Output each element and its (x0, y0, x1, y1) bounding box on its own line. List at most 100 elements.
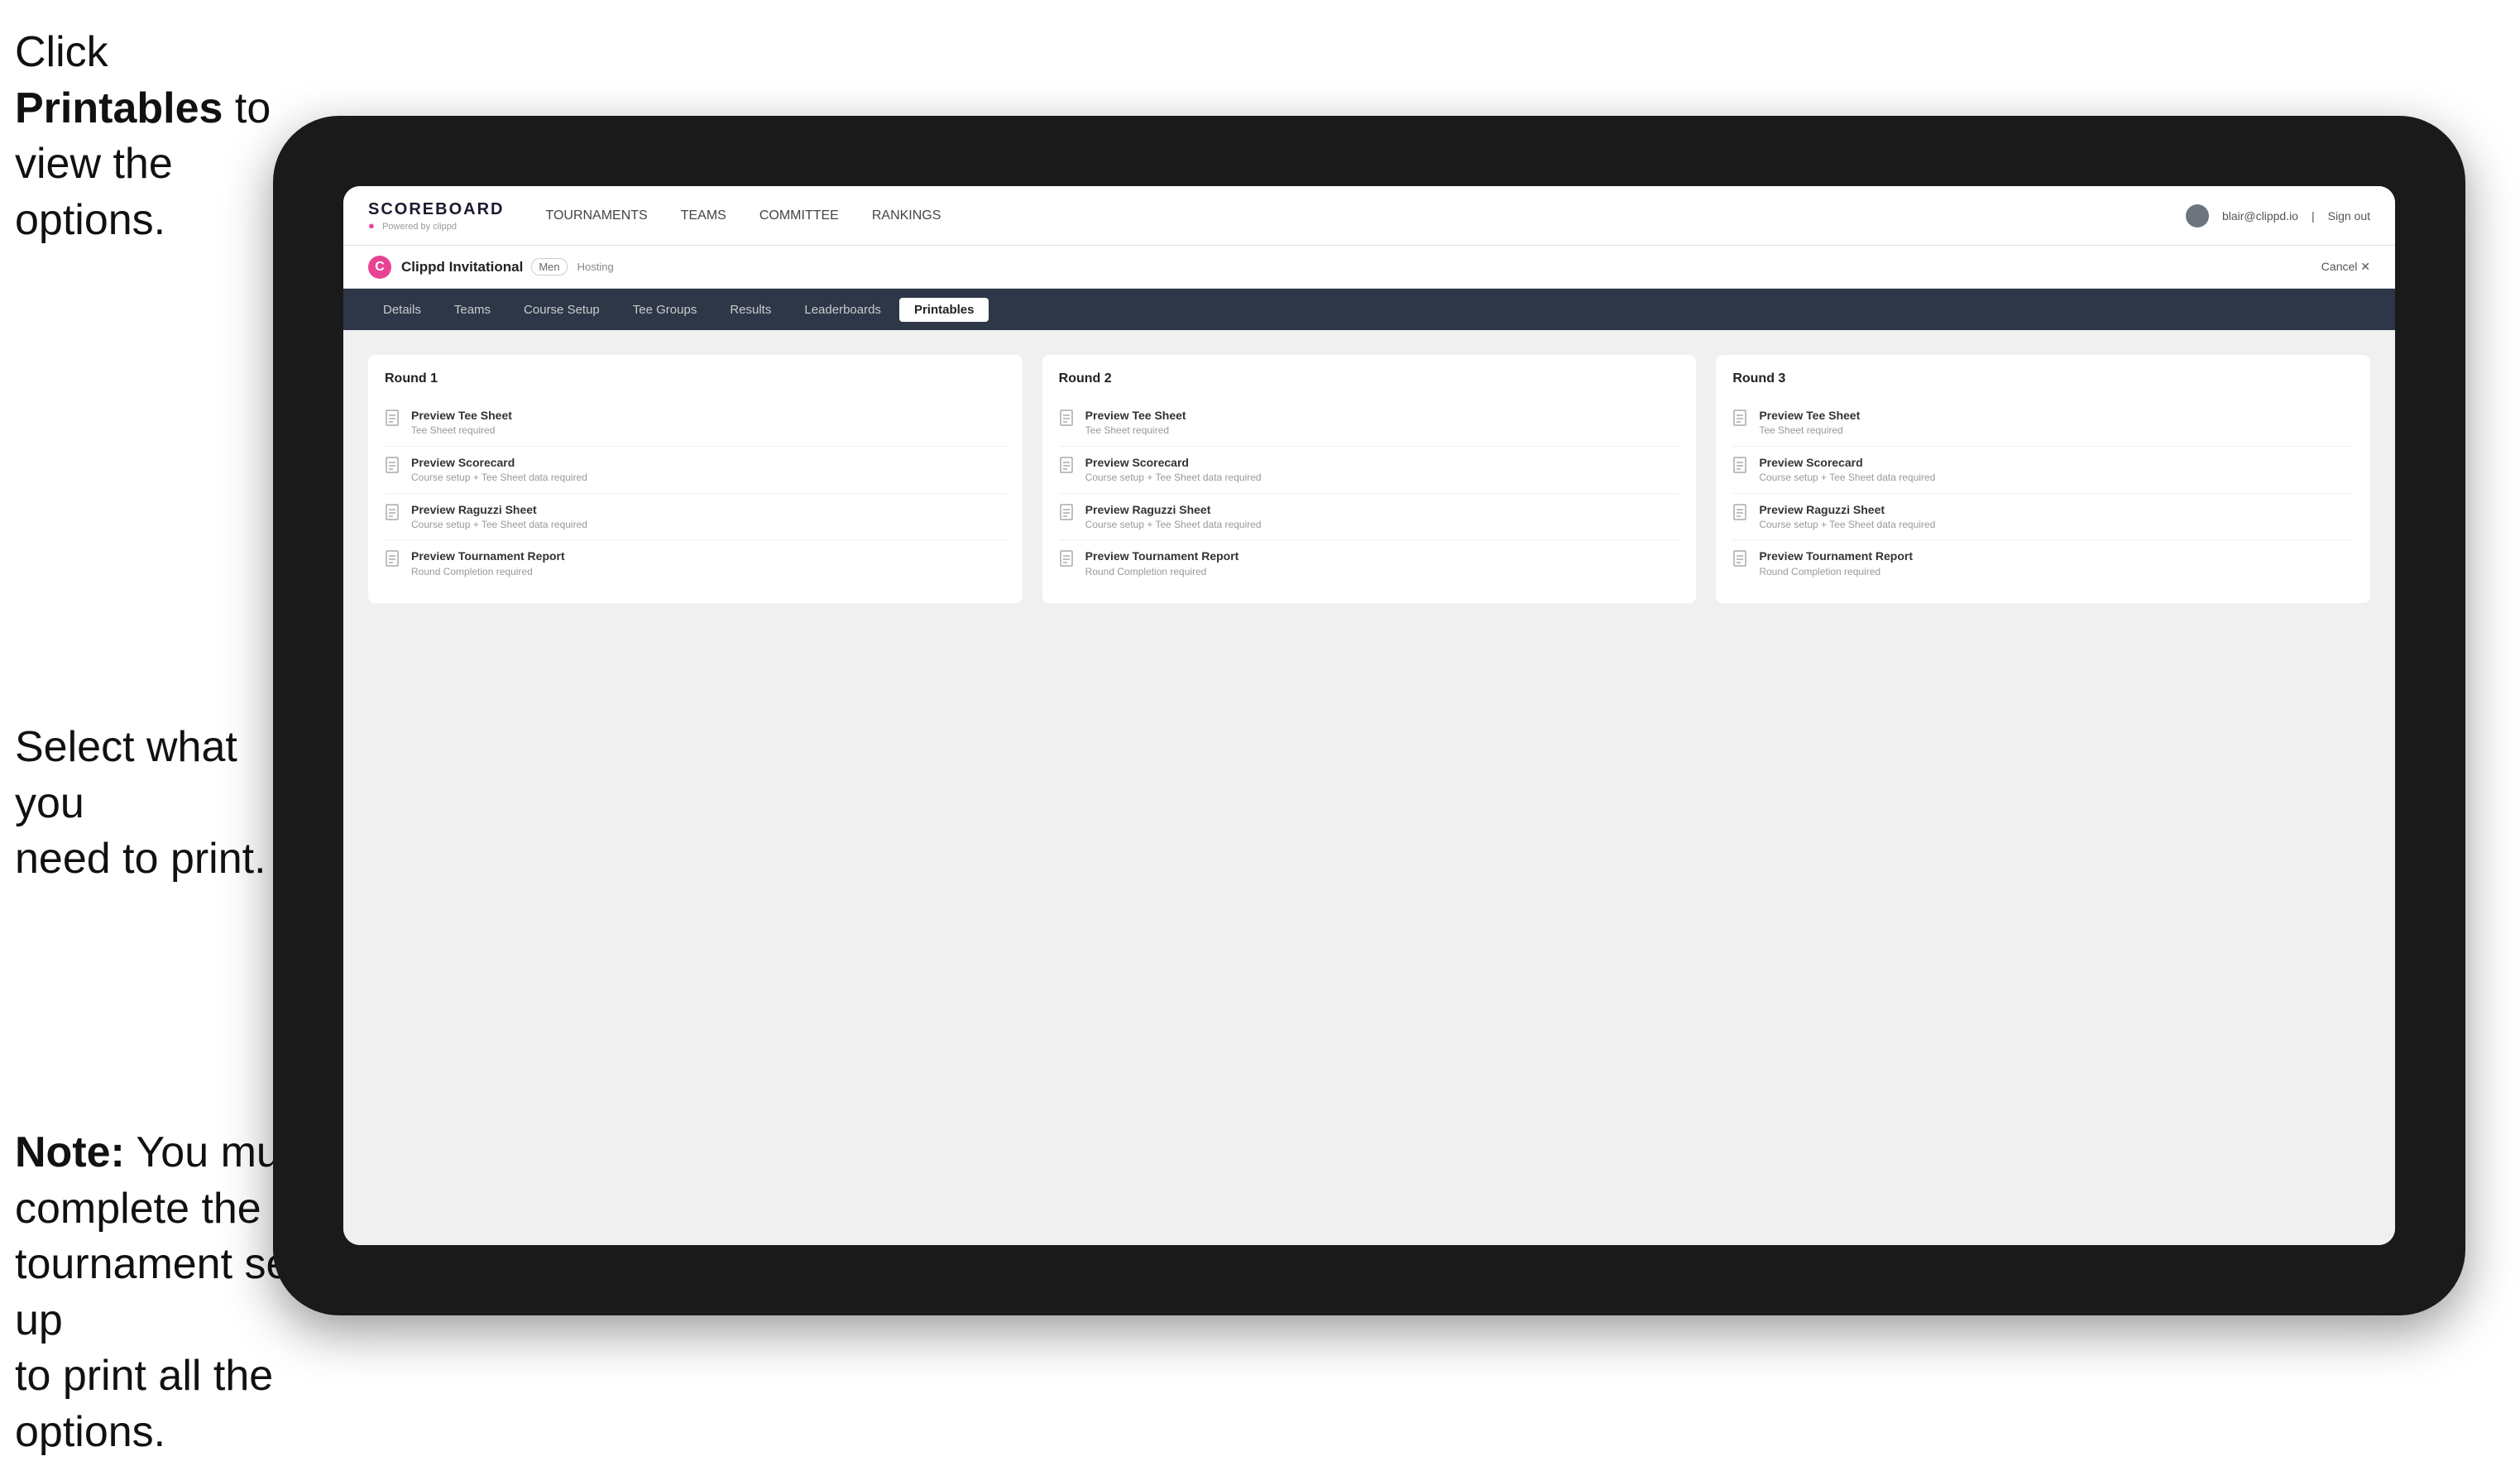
printables-bold: Printables (15, 84, 223, 132)
r2-raguzzi[interactable]: Preview Raguzzi Sheet Course setup + Tee… (1059, 494, 1680, 541)
doc-icon-r2-report (1059, 550, 1077, 572)
main-content: Round 1 Preview Tee Sheet Tee Sheet requ… (343, 330, 2395, 1245)
round-3-title: Round 3 (1732, 371, 2354, 386)
r1-tournament-report-subtitle: Round Completion required (411, 566, 565, 579)
tab-teams[interactable]: Teams (439, 298, 505, 322)
r2-tee-sheet-title: Preview Tee Sheet (1085, 408, 1186, 423)
r3-scorecard-title: Preview Scorecard (1759, 455, 1935, 470)
r3-raguzzi-title: Preview Raguzzi Sheet (1759, 502, 1935, 517)
user-avatar (2186, 204, 2209, 228)
r3-raguzzi-subtitle: Course setup + Tee Sheet data required (1759, 519, 1935, 532)
r3-tee-sheet[interactable]: Preview Tee Sheet Tee Sheet required (1732, 400, 2354, 447)
r1-tee-sheet-text: Preview Tee Sheet Tee Sheet required (411, 408, 512, 438)
tab-tee-groups[interactable]: Tee Groups (618, 298, 712, 322)
r1-raguzzi[interactable]: Preview Raguzzi Sheet Course setup + Tee… (385, 494, 1006, 541)
tournament-hosting: Hosting (577, 261, 614, 273)
r1-tournament-report-text: Preview Tournament Report Round Completi… (411, 548, 565, 578)
r1-raguzzi-subtitle: Course setup + Tee Sheet data required (411, 519, 587, 532)
r2-raguzzi-text: Preview Raguzzi Sheet Course setup + Tee… (1085, 502, 1262, 532)
nav-separator: | (2312, 209, 2315, 223)
r3-tee-sheet-title: Preview Tee Sheet (1759, 408, 1860, 423)
r3-tee-sheet-text: Preview Tee Sheet Tee Sheet required (1759, 408, 1860, 438)
r2-tournament-report-subtitle: Round Completion required (1085, 566, 1239, 579)
doc-icon-r2-scorecard (1059, 457, 1077, 478)
r3-raguzzi-text: Preview Raguzzi Sheet Course setup + Tee… (1759, 502, 1935, 532)
tab-results[interactable]: Results (715, 298, 786, 322)
nav-teams[interactable]: TEAMS (681, 205, 726, 227)
r1-scorecard-title: Preview Scorecard (411, 455, 587, 470)
top-nav-links: TOURNAMENTS TEAMS COMMITTEE RANKINGS (545, 205, 2185, 227)
doc-icon-r3-report (1732, 550, 1751, 572)
tournament-bar: C Clippd Invitational Men Hosting Cancel… (343, 246, 2395, 289)
r1-tournament-report[interactable]: Preview Tournament Report Round Completi… (385, 540, 1006, 587)
r3-tournament-report-text: Preview Tournament Report Round Completi… (1759, 548, 1913, 578)
r3-tournament-report-subtitle: Round Completion required (1759, 566, 1913, 579)
r2-tournament-report-title: Preview Tournament Report (1085, 548, 1239, 563)
tab-leaderboards[interactable]: Leaderboards (789, 298, 896, 322)
r2-tee-sheet-text: Preview Tee Sheet Tee Sheet required (1085, 408, 1186, 438)
r1-tournament-report-title: Preview Tournament Report (411, 548, 565, 563)
tablet-screen: SCOREBOARD ● Powered by clippd TOURNAMEN… (343, 186, 2395, 1245)
r3-tournament-report-title: Preview Tournament Report (1759, 548, 1913, 563)
r3-tee-sheet-subtitle: Tee Sheet required (1759, 424, 1860, 438)
logo-area: SCOREBOARD ● Powered by clippd (368, 200, 504, 232)
tab-course-setup[interactable]: Course Setup (509, 298, 615, 322)
top-nav-right: blair@clippd.io | Sign out (2186, 204, 2370, 228)
instruction-middle: Select what youneed to print. (15, 720, 296, 888)
round-3-column: Round 3 Preview Tee Sheet Tee Sheet requ… (1716, 355, 2370, 603)
nav-tournaments[interactable]: TOURNAMENTS (545, 205, 647, 227)
r2-tournament-report[interactable]: Preview Tournament Report Round Completi… (1059, 540, 1680, 587)
r2-raguzzi-subtitle: Course setup + Tee Sheet data required (1085, 519, 1262, 532)
round-1-title: Round 1 (385, 371, 1006, 386)
doc-icon-r3-tee (1732, 410, 1751, 431)
sign-out-link[interactable]: Sign out (2328, 209, 2370, 223)
doc-icon-r2-raguzzi (1059, 504, 1077, 525)
instruction-bottom-text: Note: You mustcomplete thetournament set… (15, 1128, 316, 1456)
round-2-column: Round 2 Preview Tee Sheet Tee Sheet requ… (1042, 355, 1697, 603)
user-email: blair@clippd.io (2222, 209, 2298, 223)
r3-raguzzi[interactable]: Preview Raguzzi Sheet Course setup + Tee… (1732, 494, 2354, 541)
r3-tournament-report[interactable]: Preview Tournament Report Round Completi… (1732, 540, 2354, 587)
top-nav: SCOREBOARD ● Powered by clippd TOURNAMEN… (343, 186, 2395, 246)
r1-tee-sheet-subtitle: Tee Sheet required (411, 424, 512, 438)
r2-scorecard[interactable]: Preview Scorecard Course setup + Tee She… (1059, 447, 1680, 494)
r1-raguzzi-title: Preview Raguzzi Sheet (411, 502, 587, 517)
doc-icon-r1-report (385, 550, 403, 572)
nav-rankings[interactable]: RANKINGS (872, 205, 941, 227)
r3-scorecard[interactable]: Preview Scorecard Course setup + Tee She… (1732, 447, 2354, 494)
r2-tee-sheet-subtitle: Tee Sheet required (1085, 424, 1186, 438)
r1-scorecard[interactable]: Preview Scorecard Course setup + Tee She… (385, 447, 1006, 494)
tab-printables[interactable]: Printables (899, 298, 989, 322)
doc-icon-r1-scorecard (385, 457, 403, 478)
doc-icon-r3-raguzzi (1732, 504, 1751, 525)
logo-title: SCOREBOARD (368, 200, 504, 219)
instruction-top-text: Click Printables toview the options. (15, 28, 271, 244)
tab-details[interactable]: Details (368, 298, 436, 322)
tablet-device: SCOREBOARD ● Powered by clippd TOURNAMEN… (273, 116, 2465, 1315)
r1-tee-sheet[interactable]: Preview Tee Sheet Tee Sheet required (385, 400, 1006, 447)
r1-scorecard-subtitle: Course setup + Tee Sheet data required (411, 472, 587, 485)
cancel-button[interactable]: Cancel ✕ (2321, 260, 2370, 274)
nav-committee[interactable]: COMMITTEE (759, 205, 839, 227)
tournament-logo: C (368, 256, 391, 279)
r3-scorecard-text: Preview Scorecard Course setup + Tee She… (1759, 455, 1935, 485)
r2-tee-sheet[interactable]: Preview Tee Sheet Tee Sheet required (1059, 400, 1680, 447)
logo-c-icon: ● (368, 219, 380, 231)
r1-scorecard-text: Preview Scorecard Course setup + Tee She… (411, 455, 587, 485)
doc-icon-r1-raguzzi (385, 504, 403, 525)
r2-scorecard-title: Preview Scorecard (1085, 455, 1262, 470)
logo-powered: Powered by clippd (382, 222, 457, 232)
sub-tabs-bar: Details Teams Course Setup Tee Groups Re… (343, 289, 2395, 330)
r2-scorecard-subtitle: Course setup + Tee Sheet data required (1085, 472, 1262, 485)
round-1-column: Round 1 Preview Tee Sheet Tee Sheet requ… (368, 355, 1023, 603)
instruction-middle-text: Select what youneed to print. (15, 723, 266, 883)
r2-scorecard-text: Preview Scorecard Course setup + Tee She… (1085, 455, 1262, 485)
doc-icon-r1-tee (385, 410, 403, 431)
round-2-title: Round 2 (1059, 371, 1680, 386)
r2-tournament-report-text: Preview Tournament Report Round Completi… (1085, 548, 1239, 578)
rounds-grid: Round 1 Preview Tee Sheet Tee Sheet requ… (368, 355, 2370, 603)
r3-scorecard-subtitle: Course setup + Tee Sheet data required (1759, 472, 1935, 485)
doc-icon-r2-tee (1059, 410, 1077, 431)
r2-raguzzi-title: Preview Raguzzi Sheet (1085, 502, 1262, 517)
r1-tee-sheet-title: Preview Tee Sheet (411, 408, 512, 423)
